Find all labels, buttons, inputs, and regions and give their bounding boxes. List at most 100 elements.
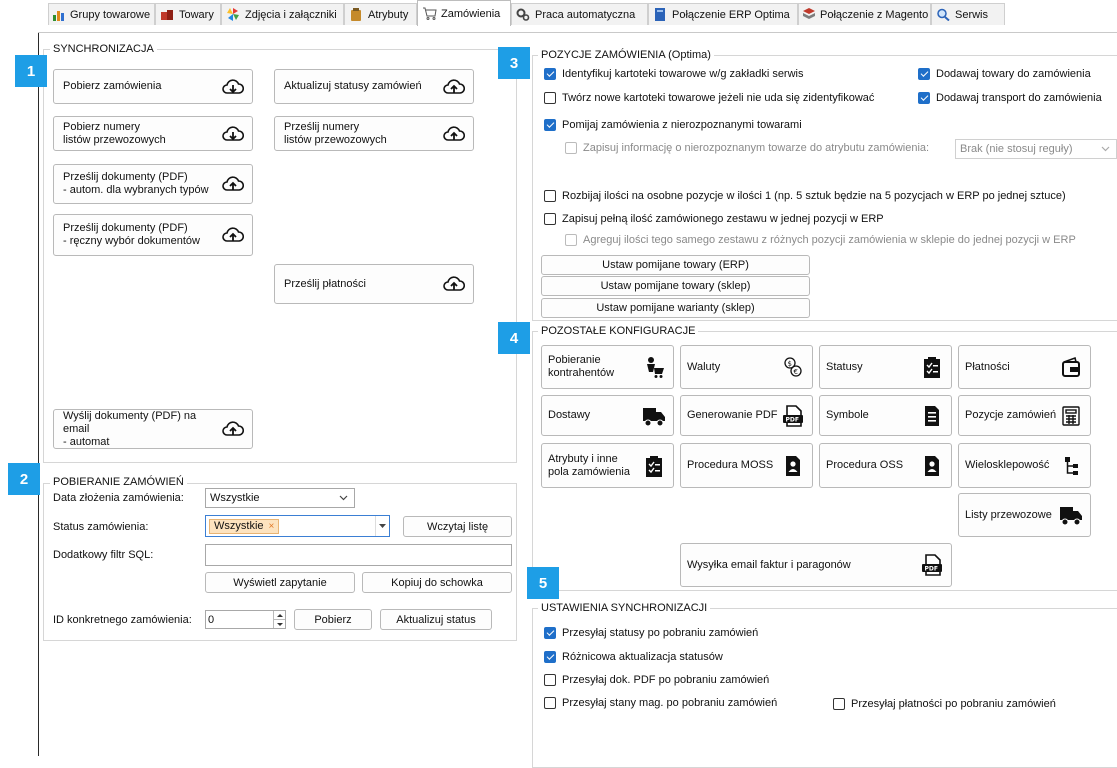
tworz-kartoteki-checkbox[interactable]: Twórz nowe kartoteki towarowe jeżeli nie… — [544, 92, 874, 104]
przeslij-dokumenty-auto-button[interactable]: Prześlij dokumenty (PDF) - autom. dla wyb… — [53, 164, 253, 204]
wyslij-dokumenty-email-button[interactable]: Wyślij dokumenty (PDF) na email - automat — [53, 409, 253, 449]
document-person-icon — [781, 454, 805, 478]
data-zlozenia-select[interactable]: Wszystkie — [205, 488, 355, 508]
status-tag: Wszystkie × — [209, 518, 280, 534]
group-title-pozostale: POZOSTAŁE KONFIGURACJE — [538, 325, 699, 337]
calculator-icon — [1059, 404, 1083, 428]
przeslij-dokumenty-reczny-button[interactable]: Prześlij dokumenty (PDF) - ręczny wybór d… — [53, 214, 253, 256]
svg-text:PDF: PDF — [786, 416, 799, 423]
cloud-upload-icon — [222, 176, 244, 191]
ustaw-pomijane-towary-sklep-button[interactable]: Ustaw pomijane towary (sklep) — [541, 276, 810, 296]
aktualizuj-status-button[interactable]: Aktualizuj status — [380, 609, 492, 630]
delivery-truck-icon — [1059, 503, 1083, 527]
przesylaj-platnosci-checkbox[interactable]: Przesyłaj płatności po pobraniu zamówień — [833, 698, 1056, 710]
clipboard-icon — [348, 8, 364, 22]
tab-towary[interactable]: Towary — [155, 3, 221, 25]
ustaw-pomijane-warianty-button[interactable]: Ustaw pomijane warianty (sklep) — [541, 298, 810, 318]
group-title-pobieranie: POBIERANIE ZAMÓWIEŃ — [50, 476, 187, 488]
section-badge-1: 1 — [15, 55, 47, 87]
magento-icon — [802, 8, 816, 22]
pdf-file-icon: PDF — [920, 553, 944, 577]
wyswietl-zapytanie-button[interactable]: Wyświetl zapytanie — [205, 572, 355, 593]
przesylaj-stany-checkbox[interactable]: Przesyłaj stany mag. po pobraniu zamówie… — [544, 697, 777, 709]
pobierz-numery-listow-button[interactable]: Pobierz numery listów przewozowych — [53, 116, 253, 151]
statusy-button[interactable]: Statusy — [819, 345, 952, 389]
chevron-down-icon — [339, 495, 348, 501]
wysylka-email-faktur-button[interactable]: Wysyłka email faktur i paragonów PDF — [680, 543, 952, 587]
przesylaj-pdf-checkbox[interactable]: Przesyłaj dok. PDF po pobraniu zamówień — [544, 674, 769, 686]
cart-icon — [421, 7, 437, 21]
tab-serwis[interactable]: Serwis — [931, 3, 1005, 25]
book-icon — [652, 8, 668, 22]
pozycje-zamowien-button[interactable]: Pozycje zamówień — [958, 395, 1091, 436]
tab-grupy-towarowe[interactable]: Grupy towarowe — [48, 3, 155, 25]
procedura-oss-button[interactable]: Procedura OSS — [819, 443, 952, 488]
platnosci-button[interactable]: Płatności — [958, 345, 1091, 389]
tab-atrybuty[interactable]: Atrybuty — [344, 3, 417, 25]
dodawaj-towary-checkbox[interactable]: Dodawaj towary do zamówienia — [918, 68, 1091, 80]
kopiuj-do-schowka-button[interactable]: Kopiuj do schowka — [362, 572, 512, 593]
spinner-arrows-icon[interactable] — [273, 611, 285, 628]
identyfikuj-checkbox[interactable]: Identyfikuj kartoteki towarowe w/g zakła… — [544, 68, 803, 80]
wczytaj-liste-button[interactable]: Wczytaj listę — [403, 516, 512, 537]
cloud-upload-icon — [443, 276, 465, 291]
delivery-truck-icon — [642, 404, 666, 428]
tab-magento[interactable]: Połączenie z Magento — [798, 3, 931, 25]
zapisuj-informacje-checkbox[interactable]: Zapisuj informację o nierozpoznanym towa… — [565, 142, 929, 154]
hierarchy-icon — [1059, 454, 1083, 478]
przesylaj-statusy-checkbox[interactable]: Przesyłaj statusy po pobraniu zamówień — [544, 627, 758, 639]
magnifier-icon — [935, 8, 951, 22]
atrybut-zamowienia-select[interactable]: Brak (nie stosuj reguły) — [955, 139, 1117, 159]
id-zamowienia-spinner[interactable]: 0 — [205, 610, 286, 629]
checklist-clipboard-icon — [642, 454, 666, 478]
dostawy-button[interactable]: Dostawy — [541, 395, 674, 436]
status-zamowienia-multiselect[interactable]: Wszystkie × — [205, 515, 390, 537]
pinwheel-icon — [225, 8, 241, 22]
currency-exchange-icon: $ € — [781, 355, 805, 379]
cloud-download-icon — [222, 125, 244, 141]
pobieranie-kontrahentow-button[interactable]: Pobieranie kontrahentów — [541, 345, 674, 389]
remove-tag-icon[interactable]: × — [269, 521, 275, 532]
dropdown-arrow-icon[interactable] — [375, 516, 389, 536]
wallet-icon — [1059, 355, 1083, 379]
tab-zamowienia[interactable]: Zamówienia — [417, 0, 511, 26]
tab-erp-optima[interactable]: Połączenie ERP Optima — [648, 3, 798, 25]
cloud-upload-icon — [222, 227, 244, 242]
agreguj-ilosci-checkbox[interactable]: Agreguj ilości tego samego zestawu z róż… — [565, 234, 1076, 246]
status-zamowienia-label: Status zamówienia: — [53, 521, 149, 533]
rozbijaj-ilosci-checkbox[interactable]: Rozbijaj ilości na osobne pozycje w iloś… — [544, 190, 1066, 202]
aktualizuj-statusy-button[interactable]: Aktualizuj statusy zamówień — [274, 69, 474, 104]
listy-przewozowe-button[interactable]: Listy przewozowe — [958, 493, 1091, 537]
procedura-moss-button[interactable]: Procedura MOSS — [680, 443, 813, 488]
group-title-synchronizacja: SYNCHRONIZACJA — [50, 43, 157, 55]
chevron-down-icon — [1101, 146, 1110, 152]
przeslij-platnosci-button[interactable]: Prześlij płatności — [274, 264, 474, 304]
waluty-button[interactable]: Waluty $ € — [680, 345, 813, 389]
pobierz-button[interactable]: Pobierz — [294, 609, 372, 630]
cloud-download-icon — [222, 78, 244, 94]
panel-left-border — [38, 33, 39, 756]
roznicowa-aktualizacja-checkbox[interactable]: Różnicowa aktualizacja statusów — [544, 651, 723, 663]
pobierz-zamowienia-button[interactable]: Pobierz zamówienia — [53, 69, 253, 104]
section-badge-2: 2 — [8, 463, 40, 495]
tab-zdjecia[interactable]: Zdjęcia i załączniki — [221, 3, 344, 25]
svg-text:€: € — [794, 368, 798, 376]
tab-praca-automatyczna[interactable]: Praca automatyczna — [511, 3, 648, 25]
generowanie-pdf-button[interactable]: Generowanie PDF PDF — [680, 395, 813, 436]
id-zamowienia-label: ID konkretnego zamówienia: — [53, 614, 192, 626]
bar-chart-icon — [52, 8, 66, 22]
cloud-upload-icon — [443, 125, 465, 141]
zapisuj-pelna-ilosc-checkbox[interactable]: Zapisuj pełną ilość zamówionego zestawu … — [544, 213, 884, 225]
przeslij-numery-listow-button[interactable]: Prześlij numery listów przewozowych — [274, 116, 474, 151]
atrybuty-pola-button[interactable]: Atrybuty i inne pola zamówienia — [541, 443, 674, 488]
ustaw-pomijane-towary-erp-button[interactable]: Ustaw pomijane towary (ERP) — [541, 255, 810, 275]
wielosklepowosc-button[interactable]: Wielosklepowość — [958, 443, 1091, 488]
symbole-button[interactable]: Symbole — [819, 395, 952, 436]
dodawaj-transport-checkbox[interactable]: Dodawaj transport do zamówienia — [918, 92, 1102, 104]
pomijaj-zamowienia-checkbox[interactable]: Pomijaj zamówienia z nierozpoznanymi tow… — [544, 119, 802, 131]
data-zlozenia-label: Data złożenia zamówienia: — [53, 492, 184, 504]
checklist-clipboard-icon — [920, 355, 944, 379]
group-title-pozycje: POZYCJE ZAMÓWIENIA (Optima) — [538, 49, 714, 61]
dodatkowy-filtr-label: Dodatkowy filtr SQL: — [53, 549, 154, 561]
sql-filter-input[interactable] — [205, 544, 512, 566]
